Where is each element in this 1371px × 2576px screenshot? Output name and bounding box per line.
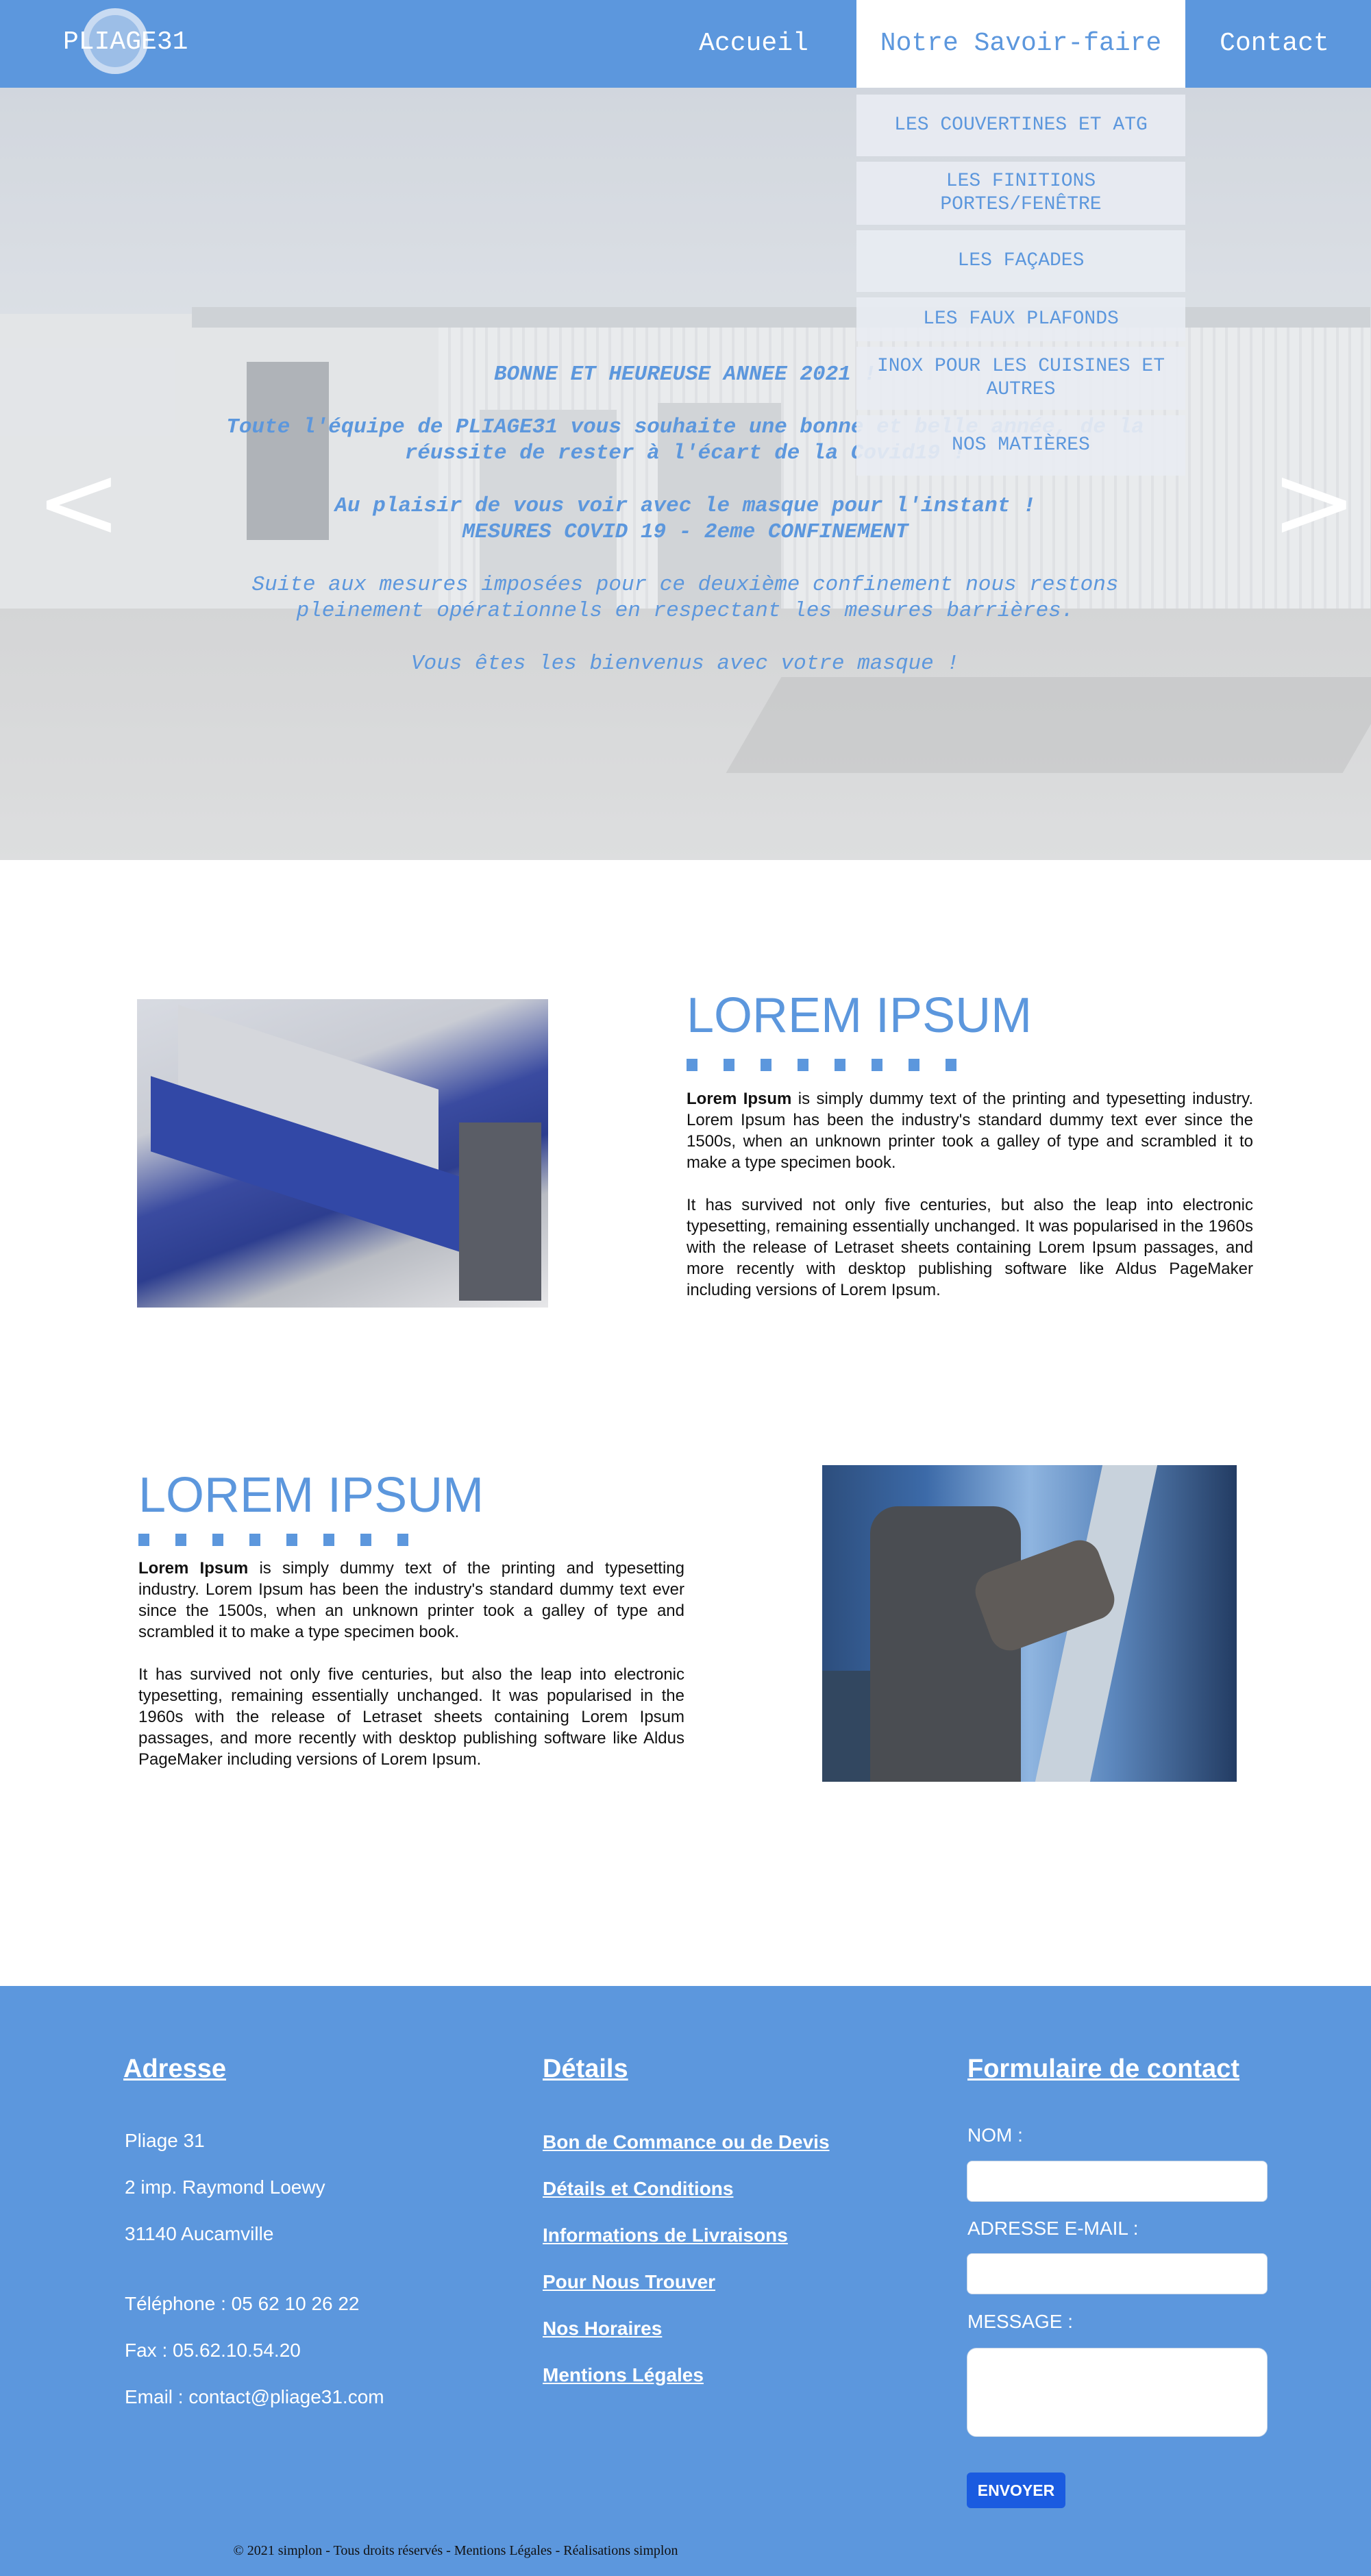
address-line: 31140 Aucamville <box>125 2223 274 2244</box>
hero-line: Vous êtes les bienvenus avec votre masqu… <box>411 652 959 676</box>
email-field[interactable] <box>967 2253 1268 2294</box>
message-field[interactable] <box>967 2348 1268 2437</box>
email-line: Email : contact@pliage31.com <box>125 2386 384 2407</box>
nav-savoir-faire[interactable]: Notre Savoir-faire <box>856 0 1185 88</box>
section2-p2: It has survived not only five centuries,… <box>138 1665 684 1769</box>
submit-button[interactable]: ENVOYER <box>967 2473 1065 2508</box>
logo-text[interactable]: PLIAGE31 <box>63 27 188 57</box>
hero-line: Au plaisir de vous voir avec le masque p… <box>334 494 1036 518</box>
hero-line: Suite aux mesures imposées pour ce deuxi… <box>251 573 1119 623</box>
address-line: Pliage 31 <box>125 2130 205 2151</box>
section1-p2: It has survived not only five centuries,… <box>687 1196 1253 1299</box>
link-horaires[interactable]: Nos Horaires <box>543 2318 662 2340</box>
link-pour-nous-trouver[interactable]: Pour Nous Trouver <box>543 2271 715 2293</box>
link-livraisons[interactable]: Informations de Livraisons <box>543 2224 788 2246</box>
chevron-right-icon[interactable]: > <box>1271 451 1357 554</box>
section1-divider-dots <box>687 1059 956 1072</box>
nav-contact[interactable]: Contact <box>1206 0 1343 88</box>
dropdown-item-couvertines[interactable]: LES COUVERTINES ET ATG <box>856 95 1185 156</box>
footer-form-title: Formulaire de contact <box>967 2054 1239 2083</box>
link-bon-de-commande[interactable]: Bon de Commance ou de Devis <box>543 2131 830 2153</box>
dropdown-item-finitions[interactable]: LES FINITIONS PORTES/FENÊTRE <box>856 162 1185 225</box>
copyright-text: © 2021 simplon - Tous droits réservés - … <box>233 2543 678 2558</box>
fax-line: Fax : 05.62.10.54.20 <box>125 2340 301 2361</box>
section2-lead: Lorem Ipsum <box>138 1559 249 1578</box>
footer-details-title: Détails <box>543 2054 628 2083</box>
link-mentions-legales[interactable]: Mentions Légales <box>543 2364 704 2386</box>
footer-address-title: Adresse <box>123 2054 226 2083</box>
section1-body: Lorem Ipsum is simply dummy text of the … <box>687 1088 1253 1322</box>
dropdown-item-inox[interactable]: INOX POUR LES CUISINES ET AUTRES <box>856 347 1185 410</box>
section2-body: Lorem Ipsum is simply dummy text of the … <box>138 1558 684 1791</box>
section1-title: LOREM IPSUM <box>687 988 1033 1043</box>
section2-divider-dots <box>138 1534 408 1547</box>
phone-line: Téléphone : 05 62 10 26 22 <box>125 2293 360 2314</box>
savoir-faire-dropdown: LES COUVERTINES ET ATG LES FINITIONS POR… <box>856 95 1185 481</box>
dropdown-item-matieres[interactable]: NOS MATIÈRES <box>856 415 1185 476</box>
worker-photo <box>822 1465 1237 1782</box>
link-details-conditions[interactable]: Détails et Conditions <box>543 2178 733 2200</box>
name-field[interactable] <box>967 2161 1268 2202</box>
nav-accueil[interactable]: Accueil <box>685 0 822 88</box>
section1-lead: Lorem Ipsum <box>687 1090 792 1108</box>
section2-title: LOREM IPSUM <box>138 1468 484 1523</box>
dropdown-item-facades[interactable]: LES FAÇADES <box>856 230 1185 292</box>
hero-line: MESURES COVID 19 - 2eme CONFINEMENT <box>462 520 909 544</box>
message-label: MESSAGE : <box>967 2311 1074 2332</box>
name-label: NOM : <box>967 2124 1023 2146</box>
site-header: PLIAGE31 Accueil Notre Savoir-faire Cont… <box>0 0 1371 88</box>
dropdown-item-faux-plafonds[interactable]: LES FAUX PLAFONDS <box>856 297 1185 341</box>
address-line: 2 imp. Raymond Loewy <box>125 2176 325 2198</box>
machine-photo <box>137 999 548 1308</box>
email-label: ADRESSE E-MAIL : <box>967 2218 1139 2239</box>
site-footer: Adresse Pliage 31 2 imp. Raymond Loewy 3… <box>0 1986 1371 2576</box>
chevron-left-icon[interactable]: < <box>36 451 122 554</box>
